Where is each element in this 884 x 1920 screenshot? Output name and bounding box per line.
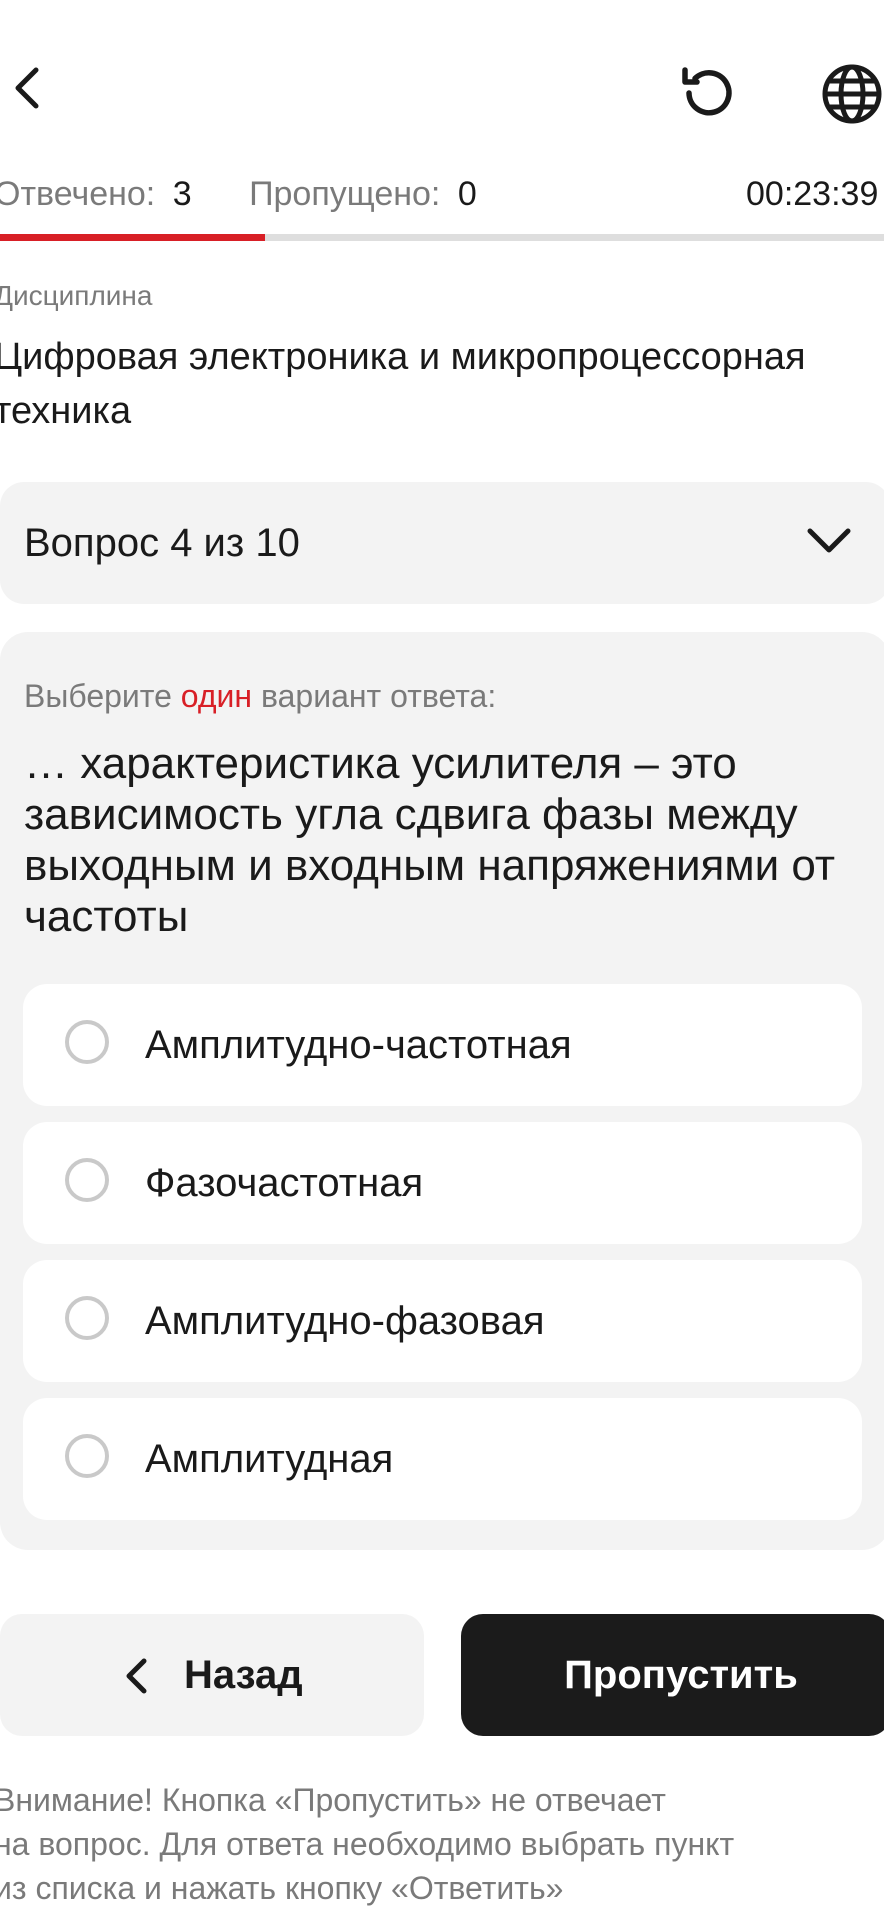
answered-count: 3 [172, 175, 192, 213]
answer-option[interactable]: Амплитудная [23, 1398, 862, 1520]
question-card: Выберите один вариант ответа: … характер… [0, 632, 884, 1550]
instruction-accent: один [180, 678, 253, 714]
answer-instruction: Выберите один вариант ответа: [24, 674, 496, 718]
instruction-before: Выберите [24, 678, 181, 714]
skip-notice: Внимание! Кнопка «Пропустить» не отвечае… [0, 1778, 884, 1910]
question-selector-label: Вопрос 4 из 10 [24, 521, 300, 565]
radio-button[interactable] [65, 1158, 109, 1202]
back-button[interactable] [0, 60, 50, 116]
discipline-title: Цифровая электроника и микропроцессорная… [0, 336, 806, 432]
chevron-left-icon [15, 67, 39, 109]
skipped-count: 0 [457, 175, 477, 213]
language-button[interactable] [820, 62, 884, 126]
timer: 00:23:39 [746, 175, 879, 213]
answer-option-label: Амплитудно-фазовая [145, 1299, 545, 1343]
restart-button[interactable] [676, 62, 738, 124]
skipped-label: Пропущено: [249, 175, 441, 213]
answer-option-label: Фазочастотная [145, 1161, 424, 1205]
back-nav-button[interactable]: Назад [0, 1614, 424, 1736]
radio-button[interactable] [65, 1434, 109, 1478]
skip-button[interactable]: Пропустить [461, 1614, 884, 1736]
instruction-after: вариант ответа: [252, 678, 497, 714]
notice-line: Внимание! Кнопка «Пропустить» не отвечае… [0, 1782, 666, 1818]
progress-bar [0, 234, 884, 241]
globe-icon [822, 64, 882, 124]
discipline-caption: Дисциплина [0, 280, 153, 311]
question-text: … характеристика усилителя – это зависим… [24, 739, 836, 941]
skip-button-label: Пропустить [564, 1652, 798, 1697]
notice-line: из списка и нажать кнопку «Ответить» [0, 1870, 564, 1906]
chevron-left-icon [126, 1658, 147, 1694]
restart-icon [682, 67, 732, 116]
answer-option-label: Амплитудно-частотная [145, 1023, 572, 1067]
radio-button[interactable] [65, 1296, 109, 1340]
progress-fill [0, 234, 266, 241]
answer-option[interactable]: Амплитудно-частотная [23, 984, 862, 1106]
back-nav-label: Назад [184, 1653, 303, 1697]
answer-option-label: Амплитудная [145, 1437, 394, 1481]
answer-option[interactable]: Амплитудно-фазовая [23, 1260, 862, 1382]
radio-button[interactable] [65, 1020, 109, 1064]
chevron-down-icon [807, 528, 851, 553]
question-selector[interactable]: Вопрос 4 из 10 [0, 482, 884, 604]
answer-option[interactable]: Фазочастотная [23, 1122, 862, 1244]
notice-line: на вопрос. Для ответа необходимо выбрать… [0, 1826, 735, 1862]
answered-label: Отвечено: [0, 175, 156, 213]
